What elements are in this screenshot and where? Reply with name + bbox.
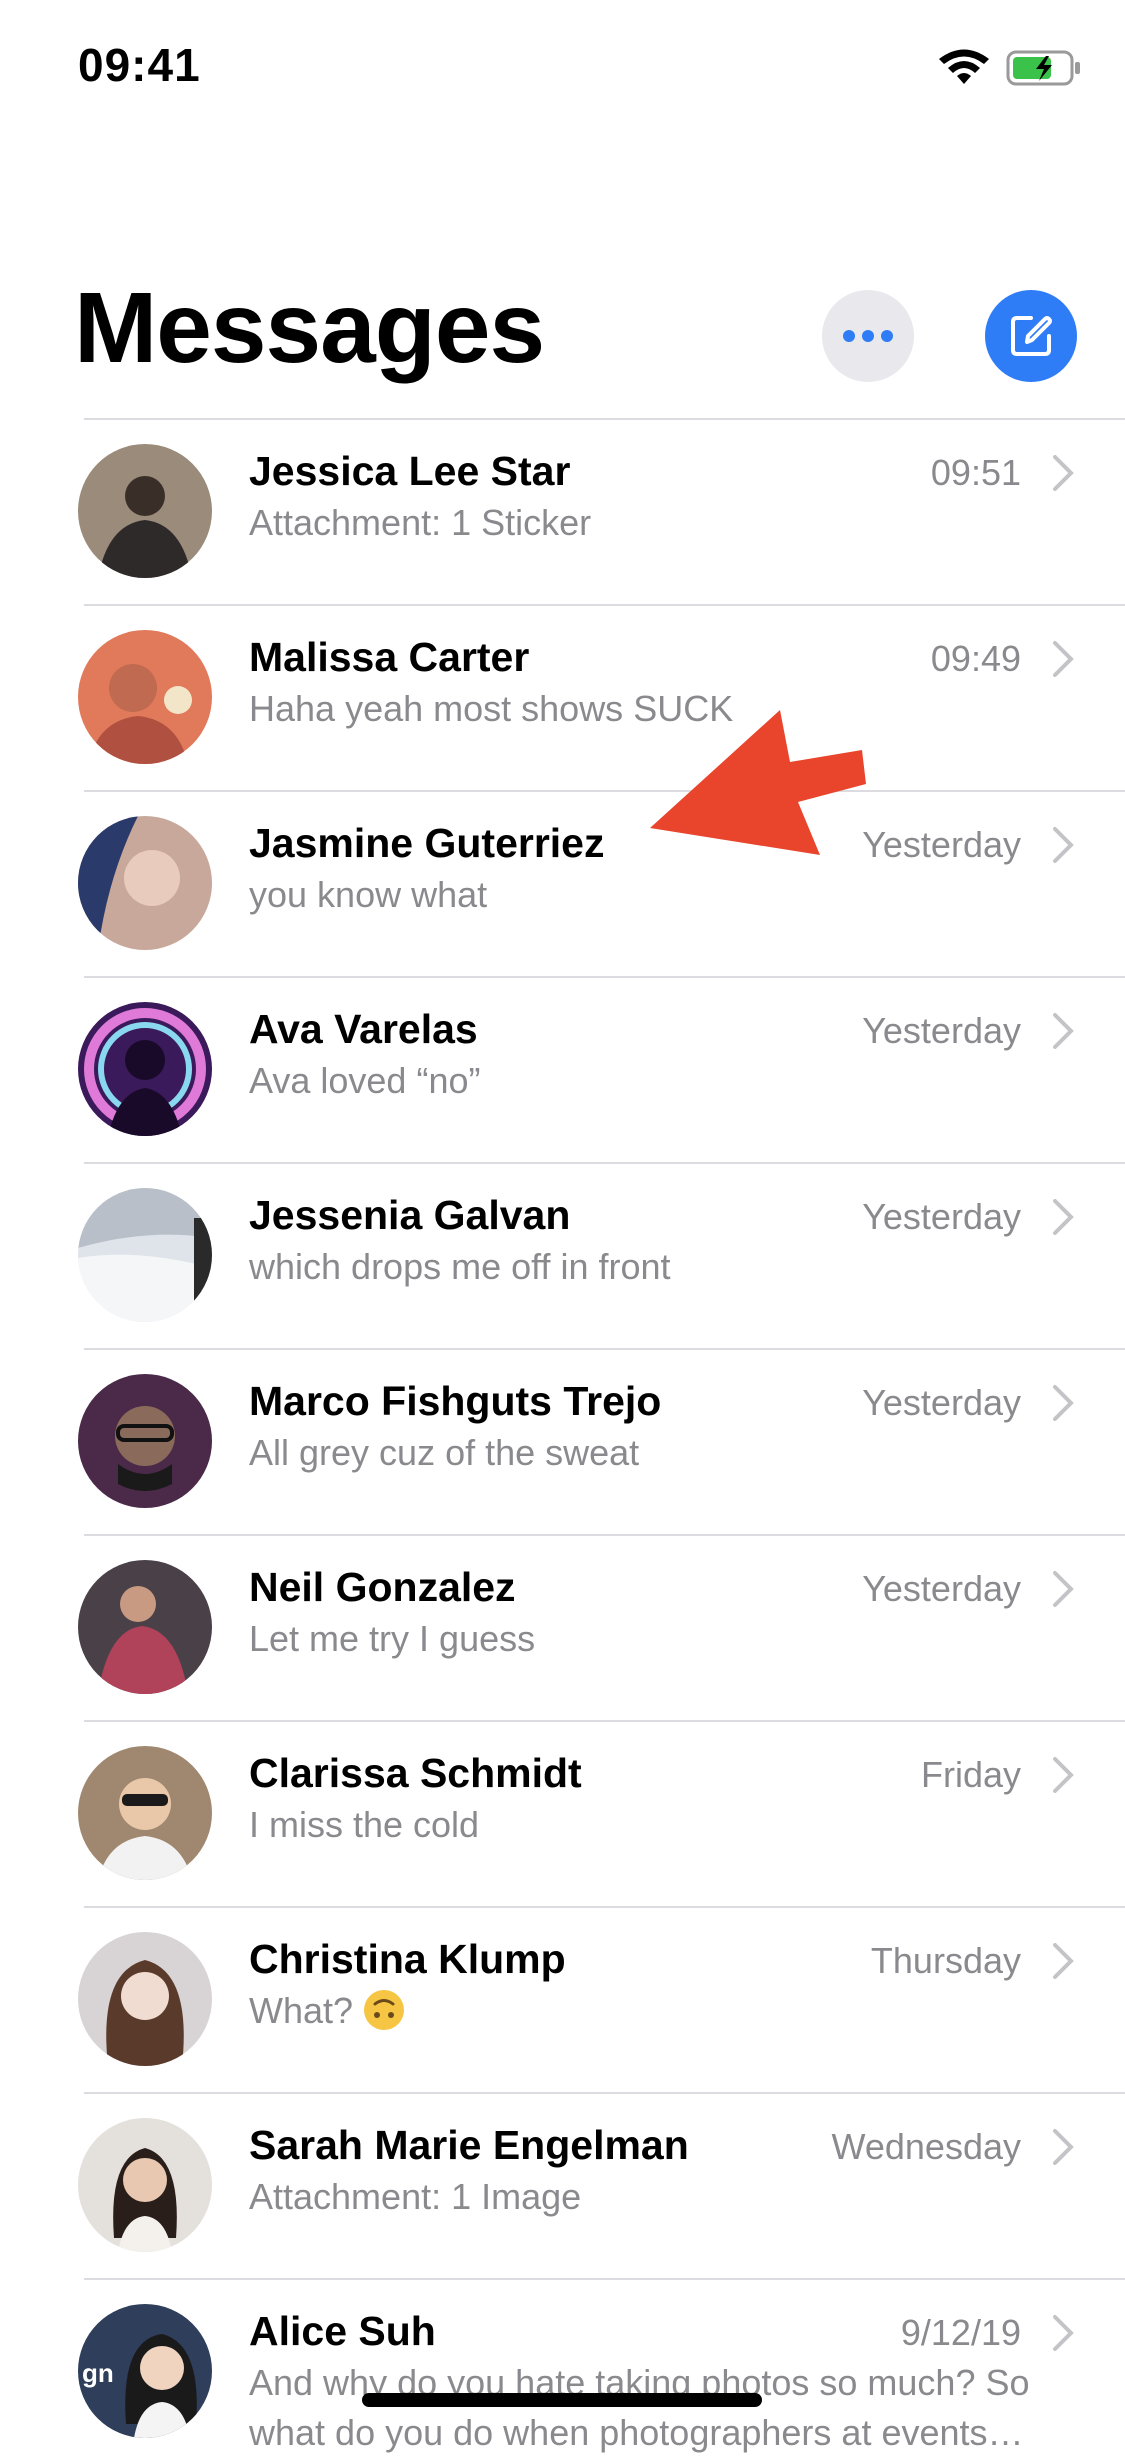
message-preview: Ava loved “no” bbox=[249, 1060, 481, 1101]
avatar-text: gn bbox=[82, 2358, 114, 2388]
message-preview: All grey cuz of the sweat bbox=[249, 1432, 640, 1473]
chevron-right-icon bbox=[1053, 1943, 1074, 1979]
message-time: 9/12/19 bbox=[900, 2312, 1021, 2353]
message-time: Yesterday bbox=[862, 1382, 1021, 1423]
chevron-right-icon bbox=[1053, 1199, 1074, 1235]
avatar bbox=[78, 1560, 212, 1694]
message-preview: you know what bbox=[249, 874, 488, 915]
row-divider bbox=[84, 1162, 1125, 1164]
conversation-row[interactable]: Neil Gonzalez Let me try I guess Yesterd… bbox=[0, 1534, 1125, 1720]
avatar bbox=[78, 444, 212, 578]
compose-button[interactable] bbox=[985, 290, 1077, 382]
chevron-right-icon bbox=[1053, 1571, 1074, 1607]
page-title: Messages bbox=[74, 272, 545, 384]
message-time: Yesterday bbox=[862, 824, 1021, 865]
row-divider bbox=[84, 2278, 1125, 2280]
battery-icon bbox=[1006, 50, 1080, 86]
row-divider bbox=[84, 1906, 1125, 1908]
avatar bbox=[78, 1188, 212, 1322]
contact-name: Sarah Marie Engelman bbox=[249, 2122, 689, 2168]
message-preview: What? bbox=[249, 1986, 1069, 2036]
chevron-right-icon bbox=[1053, 1385, 1074, 1421]
chevron-right-icon bbox=[1053, 455, 1074, 491]
message-preview: which drops me off in front bbox=[249, 1246, 671, 1287]
contact-name: Clarissa Schmidt bbox=[249, 1750, 582, 1796]
message-time: 09:51 bbox=[930, 452, 1021, 493]
message-time: Wednesday bbox=[831, 2126, 1021, 2167]
message-preview: Attachment: 1 Sticker bbox=[249, 502, 592, 543]
row-divider bbox=[84, 604, 1125, 606]
conversation-row[interactable]: Jessenia Galvan which drops me off in fr… bbox=[0, 1162, 1125, 1348]
row-divider bbox=[84, 418, 1125, 420]
conversation-row[interactable]: Sarah Marie Engelman Attachment: 1 Image… bbox=[0, 2092, 1125, 2278]
conversation-row[interactable]: Christina Klump What? Thursday bbox=[0, 1906, 1125, 2092]
row-divider bbox=[84, 1534, 1125, 1536]
contact-name: Malissa Carter bbox=[249, 634, 530, 680]
conversation-row[interactable]: Malissa Carter Haha yeah most shows SUCK… bbox=[0, 604, 1125, 790]
upside-down-face-emoji-icon bbox=[364, 1990, 405, 2030]
avatar bbox=[78, 1002, 212, 1136]
contact-name: Jessica Lee Star bbox=[249, 448, 571, 494]
wifi-icon bbox=[939, 49, 989, 84]
row-divider bbox=[84, 1348, 1125, 1350]
contact-name: Neil Gonzalez bbox=[249, 1564, 516, 1610]
conversation-row[interactable]: Ava Varelas Ava loved “no” Yesterday bbox=[0, 976, 1125, 1162]
message-preview: Attachment: 1 Image bbox=[249, 2176, 582, 2217]
row-divider bbox=[84, 976, 1125, 978]
avatar bbox=[78, 630, 212, 764]
message-preview: I miss the cold bbox=[249, 1804, 480, 1845]
compose-icon bbox=[1011, 316, 1052, 356]
contact-name: Jasmine Guterriez bbox=[249, 820, 605, 866]
status-time: 09:41 bbox=[78, 39, 201, 91]
status-bar: 09:41 bbox=[0, 0, 1125, 140]
message-preview: Let me try I guess bbox=[249, 1618, 536, 1659]
more-button[interactable] bbox=[822, 290, 914, 382]
contact-name: Marco Fishguts Trejo bbox=[249, 1378, 662, 1424]
conversation-list: Jessica Lee Star Attachment: 1 Sticker 0… bbox=[0, 418, 1125, 2464]
row-divider bbox=[84, 2092, 1125, 2094]
message-preview: And why do you hate taking photos so muc… bbox=[249, 2362, 1030, 2453]
conversation-row[interactable]: Jasmine Guterriez you know what Yesterda… bbox=[0, 790, 1125, 976]
avatar bbox=[78, 816, 212, 950]
avatar bbox=[78, 1374, 212, 1508]
conversation-row[interactable]: Clarissa Schmidt I miss the cold Friday bbox=[0, 1720, 1125, 1906]
home-indicator[interactable] bbox=[362, 2393, 762, 2407]
chevron-right-icon bbox=[1053, 641, 1074, 677]
chevron-right-icon bbox=[1053, 2129, 1074, 2165]
contact-name: Ava Varelas bbox=[249, 1006, 478, 1052]
avatar bbox=[78, 1932, 212, 2066]
message-time: 09:49 bbox=[930, 638, 1021, 679]
conversation-row[interactable]: Marco Fishguts Trejo All grey cuz of the… bbox=[0, 1348, 1125, 1534]
contact-name: Christina Klump bbox=[249, 1936, 566, 1982]
message-time: Yesterday bbox=[862, 1196, 1021, 1237]
ellipsis-icon bbox=[843, 330, 893, 342]
chevron-right-icon bbox=[1053, 827, 1074, 863]
conversation-row[interactable]: gn Alice Suh And why do you hate taking … bbox=[0, 2278, 1125, 2464]
message-time: Friday bbox=[920, 1754, 1021, 1795]
avatar bbox=[78, 2118, 212, 2252]
avatar bbox=[78, 1746, 212, 1880]
contact-name: Alice Suh bbox=[249, 2308, 436, 2354]
message-time: Yesterday bbox=[862, 1010, 1021, 1051]
conversation-row[interactable]: Jessica Lee Star Attachment: 1 Sticker 0… bbox=[0, 418, 1125, 604]
annotation-arrow-icon bbox=[650, 710, 866, 855]
chevron-right-icon bbox=[1053, 2315, 1074, 2351]
message-time: Thursday bbox=[870, 1940, 1021, 1981]
chevron-right-icon bbox=[1053, 1013, 1074, 1049]
row-divider bbox=[84, 1720, 1125, 1722]
message-preview-text: What? bbox=[249, 1990, 354, 2031]
chevron-right-icon bbox=[1053, 1757, 1074, 1793]
contact-name: Jessenia Galvan bbox=[249, 1192, 571, 1238]
row-divider bbox=[84, 790, 1125, 792]
avatar: gn bbox=[78, 2304, 212, 2438]
message-time: Yesterday bbox=[862, 1568, 1021, 1609]
